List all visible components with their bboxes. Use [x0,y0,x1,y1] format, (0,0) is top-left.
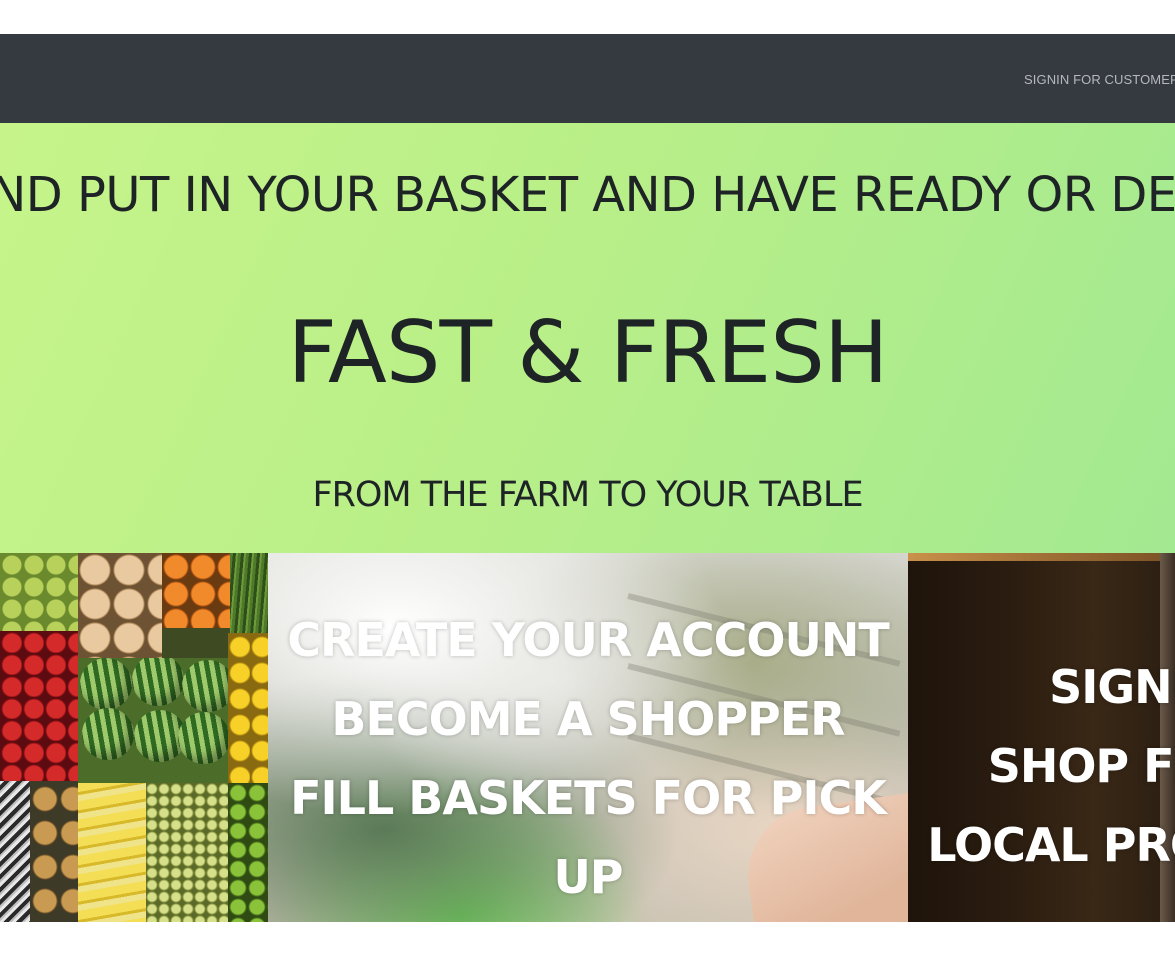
limes-image [228,783,268,922]
watermelon-shape [132,658,184,706]
signin-for-customers-link[interactable]: SIGNIN FOR CUSTOMERS [1024,72,1175,87]
watermelons-image [78,658,228,783]
become-shopper-tile[interactable]: CREATE YOUR ACCOUNT BECOME A SHOPPER FIL… [268,553,908,922]
bananas-image [78,783,146,922]
shopper-line-3: FILL BASKETS FOR PICK [290,771,887,825]
signup-line-3: LOCAL PRO [927,818,1175,872]
feature-tiles: CREATE YOUR ACCOUNT BECOME A SHOPPER FIL… [0,553,1175,922]
watermelon-shape [178,712,228,764]
green-beans-image [230,553,268,633]
store-light-shape [908,553,1175,561]
signup-shop-tile[interactable]: SIGNU SHOP FR LOCAL PRO [908,553,1175,922]
lemons-image [228,633,268,783]
pinecone-image [0,781,30,922]
hero-banner: AND PUT IN YOUR BASKET AND HAVE READY OR… [0,123,1175,553]
watermelon-shape [182,660,228,712]
red-apples-image [0,631,78,781]
signup-line-1: SIGNU [1049,660,1175,714]
persimmons-image [162,553,230,628]
watermelon-shape [80,658,132,710]
shopper-line-2: BECOME A SHOPPER [331,692,845,746]
watermelon-shape [82,708,134,760]
top-navbar: SIGNIN FOR CUSTOMERS [0,34,1175,123]
shopper-line-1: CREATE YOUR ACCOUNT [287,613,889,667]
green-apples-image [0,553,78,631]
shopper-line-4: UP [553,850,623,904]
hero-subtitle: FROM THE FARM TO YOUR TABLE [312,475,863,515]
cantaloupes-image [78,553,162,658]
hero-title-text: FAST & FRESH [287,303,888,403]
grapes-image [146,783,228,922]
page: SIGNIN FOR CUSTOMERS AND PUT IN YOUR BAS… [0,0,1175,957]
signup-line-2: SHOP FR [987,739,1175,793]
produce-image-tile [0,553,268,922]
scrolling-marquee-text: AND PUT IN YOUR BASKET AND HAVE READY OR… [0,167,1175,223]
pineapples-image [30,781,78,922]
hero-title: FAST & FRESH [0,303,1175,403]
